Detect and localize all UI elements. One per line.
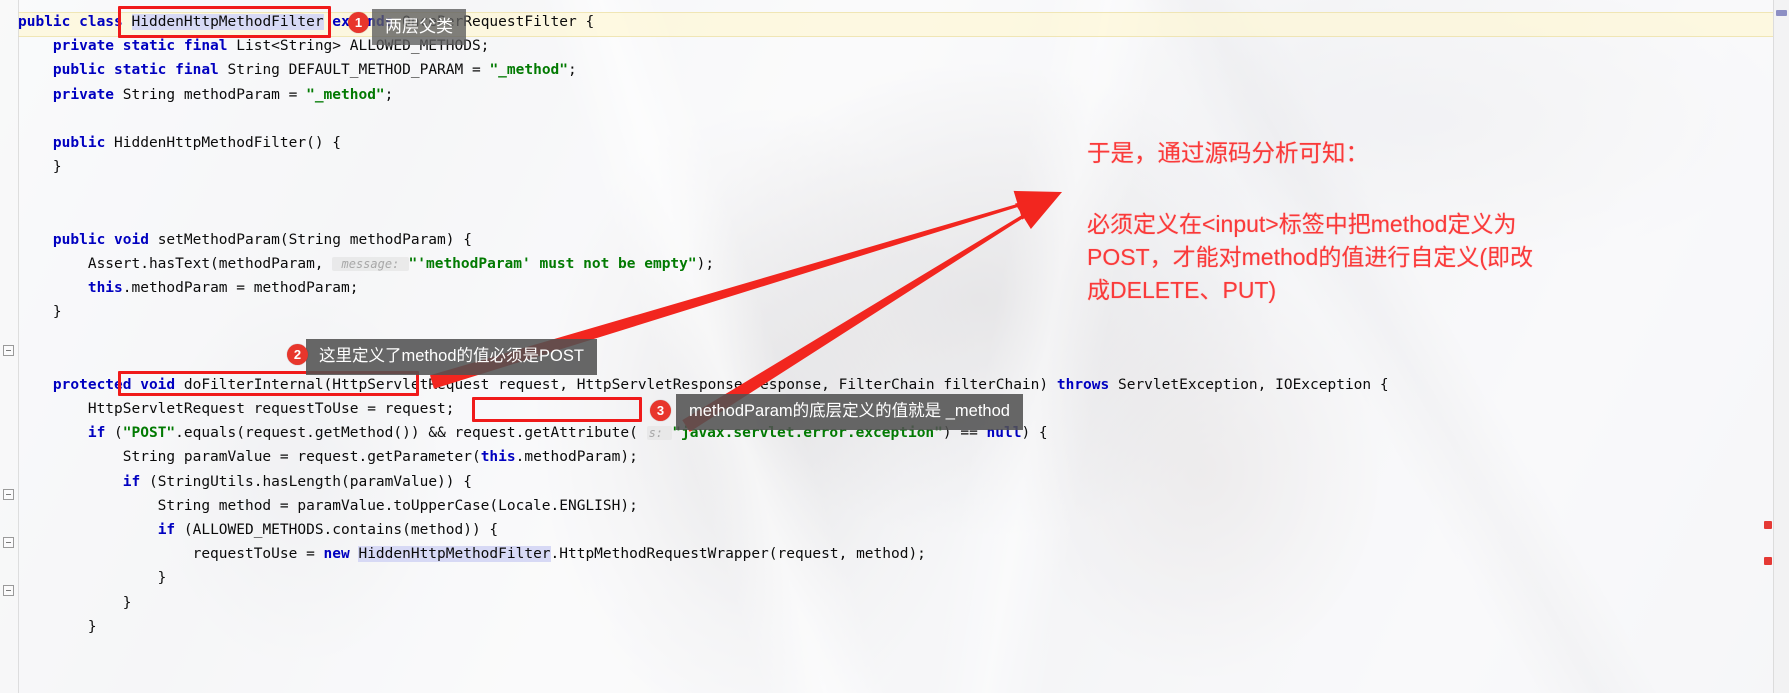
code-line[interactable]: } xyxy=(18,615,1389,639)
code-line[interactable]: String method = paramValue.toUpperCase(L… xyxy=(18,494,1389,518)
red-highlight-box xyxy=(118,371,419,396)
code-token: .HttpMethodRequestWrapper(request, metho… xyxy=(550,546,926,563)
code-token: message: xyxy=(332,256,409,271)
step-number-badge-1: 1 xyxy=(348,12,369,33)
step-number-badge-2: 2 xyxy=(287,344,308,365)
code-token: if xyxy=(157,521,176,538)
code-token: String paramValue = request.getParameter… xyxy=(18,449,481,466)
code-token: private xyxy=(52,86,123,103)
code-token: ) { xyxy=(1021,425,1048,442)
code-token: if xyxy=(122,473,141,490)
code-token: } xyxy=(18,594,132,611)
code-token: .equals(request.getMethod()) && request.… xyxy=(175,425,647,442)
code-token: requestToUse = xyxy=(18,546,324,563)
code-token: public xyxy=(52,134,115,151)
annotation-tooltip-3: methodParam的底层定义的值就是 _method xyxy=(676,394,1023,430)
code-line[interactable]: } xyxy=(18,566,1389,590)
code-token: throws xyxy=(1056,376,1110,393)
red-highlight-box xyxy=(472,397,642,422)
code-line[interactable]: private String methodParam = "_method"; xyxy=(18,83,1389,107)
code-token: ; xyxy=(384,86,394,103)
error-stripe-mark[interactable] xyxy=(1764,521,1772,529)
code-line[interactable]: String paramValue = request.getParameter… xyxy=(18,445,1389,469)
code-token: .methodParam); xyxy=(515,449,638,466)
code-token: } xyxy=(18,618,97,635)
code-token: String methodParam = xyxy=(122,86,307,103)
code-token: HttpServletRequest requestToUse = reques… xyxy=(18,401,455,417)
code-token: ; xyxy=(568,62,577,79)
code-line[interactable]: public static final String DEFAULT_METHO… xyxy=(18,58,1389,82)
code-token: private static final xyxy=(52,38,237,55)
scrollbar-thumb[interactable] xyxy=(1776,10,1787,16)
annotation-tooltip-2: 这里定义了method的值必须是POST xyxy=(306,339,597,375)
code-token: ); xyxy=(696,255,715,272)
code-token: ( xyxy=(105,425,123,442)
code-token: Assert.hasText(methodParam, xyxy=(18,255,333,272)
code-fold-icon[interactable] xyxy=(3,345,14,356)
code-fold-icon[interactable] xyxy=(3,489,14,500)
code-line[interactable]: requestToUse = new HiddenHttpMethodFilte… xyxy=(18,542,1389,566)
code-token: "POST" xyxy=(122,425,176,442)
code-token: setMethodParam(String methodParam) { xyxy=(157,231,472,248)
code-token: String method = paramValue.toUpperCase(L… xyxy=(18,497,638,514)
code-token: } xyxy=(18,304,62,321)
code-token: (ALLOWED_METHODS.contains(method)) { xyxy=(175,521,499,538)
code-token: "'methodParam' must not be empty" xyxy=(408,255,697,272)
code-token: "_method" xyxy=(489,62,569,79)
code-token: public void xyxy=(52,231,158,248)
red-callout-text-1: 于是，通过源码分析可知： xyxy=(1087,140,1369,166)
red-callout-text-2: 必须定义在<input>标签中把method定义为 POST，才能对method… xyxy=(1087,211,1533,303)
code-token: public static final xyxy=(52,62,228,79)
code-token: public xyxy=(18,14,80,30)
vertical-scrollbar[interactable] xyxy=(1773,0,1789,693)
code-token: "_method" xyxy=(306,86,385,103)
ide-code-viewer-screenshot: public class HiddenHttpMethodFilter exte… xyxy=(0,0,1789,693)
code-line[interactable] xyxy=(18,107,1389,131)
code-token: HiddenHttpMethodFilter xyxy=(358,546,551,563)
code-token: } xyxy=(18,570,167,587)
code-token: HiddenHttpMethodFilter() { xyxy=(114,134,342,151)
code-token: if xyxy=(87,425,106,442)
code-token: String DEFAULT_METHOD_PARAM = xyxy=(227,62,490,79)
code-line[interactable] xyxy=(18,324,1389,348)
code-line[interactable] xyxy=(18,179,1389,203)
code-line[interactable]: if (StringUtils.hasLength(paramValue)) { xyxy=(18,470,1389,494)
code-token: this xyxy=(87,280,123,297)
source-code-text[interactable]: public class HiddenHttpMethodFilter exte… xyxy=(18,10,1389,639)
annotation-tooltip-1: 两层父类 xyxy=(372,9,466,45)
editor-gutter xyxy=(0,0,19,693)
code-fold-icon[interactable] xyxy=(3,585,14,596)
error-stripe-mark[interactable] xyxy=(1764,557,1772,565)
step-number-badge-3: 3 xyxy=(650,400,671,421)
code-token: ServletException, IOException { xyxy=(1109,376,1389,393)
code-token: } xyxy=(18,159,62,176)
code-token: this xyxy=(480,449,516,466)
code-token: s: xyxy=(646,426,673,441)
code-line[interactable] xyxy=(18,349,1389,373)
code-token: .methodParam = methodParam; xyxy=(122,280,359,297)
code-token: (StringUtils.hasLength(paramValue)) { xyxy=(140,473,472,490)
code-line[interactable]: } xyxy=(18,591,1389,615)
code-line[interactable]: if (ALLOWED_METHODS.contains(method)) { xyxy=(18,518,1389,542)
red-highlight-box xyxy=(118,6,331,38)
code-token: new xyxy=(323,546,359,563)
code-fold-icon[interactable] xyxy=(3,537,14,548)
